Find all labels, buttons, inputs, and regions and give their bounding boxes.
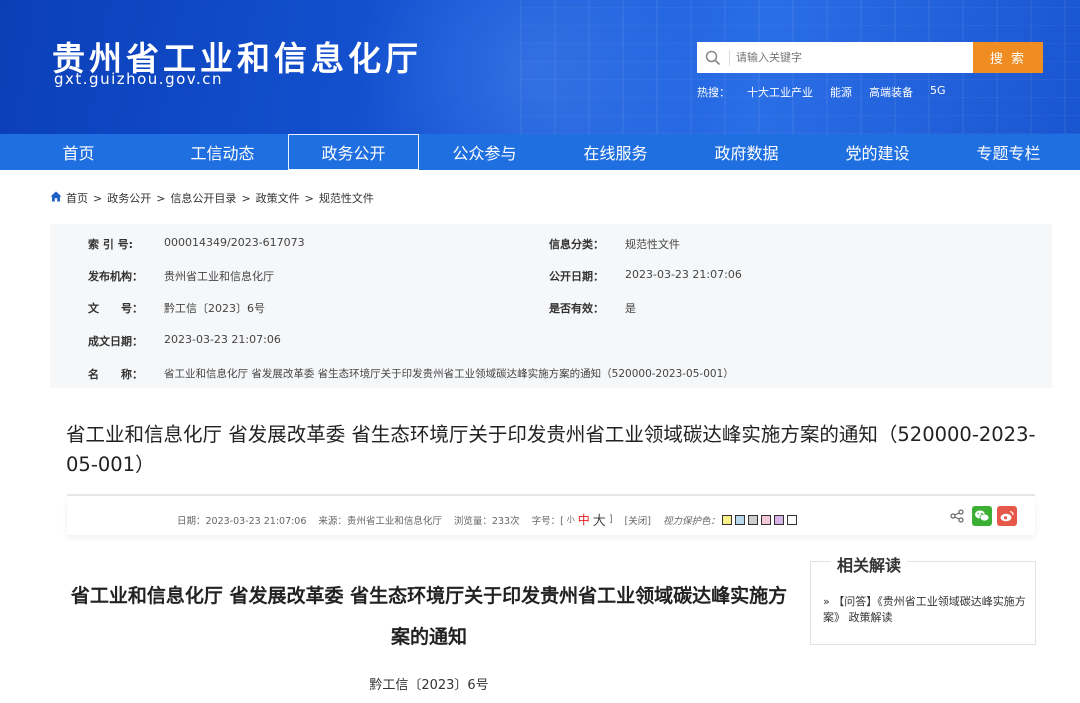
article-meta-bar: 日期：2023-03-23 21:07:06 来源：贵州省工业和信息化厅 浏览量… xyxy=(67,497,1035,535)
hotword-link[interactable]: 十大工业产业 xyxy=(747,84,813,100)
nav-item-party[interactable]: 党的建设 xyxy=(812,134,943,170)
search-icon xyxy=(697,42,729,73)
wechat-icon[interactable] xyxy=(972,506,992,526)
share-icons xyxy=(947,506,1017,526)
info-label: 公开日期： xyxy=(549,270,604,283)
nav-item-participation[interactable]: 公众参与 xyxy=(419,134,550,170)
font-size-small[interactable]: 小 xyxy=(567,514,575,525)
meta-text: 日期：2023-03-23 21:07:06 来源：贵州省工业和信息化厅 浏览量… xyxy=(177,510,797,529)
info-value: 2023-03-23 21:07:06 xyxy=(625,268,742,281)
info-label: 名 称： xyxy=(88,368,143,381)
breadcrumb-item[interactable]: 信息公开目录 xyxy=(170,190,236,206)
swatch-white[interactable] xyxy=(786,514,797,525)
swatch-yellow[interactable] xyxy=(721,514,732,525)
site-domain: gxt.guizhou.gov.cn xyxy=(54,70,224,88)
search-input[interactable] xyxy=(729,49,959,66)
breadcrumb-separator: > xyxy=(93,191,103,205)
close-link[interactable]: [关闭] xyxy=(625,513,651,527)
breadcrumb-separator: > xyxy=(241,191,251,205)
search-box xyxy=(697,42,973,73)
breadcrumb-separator: > xyxy=(304,191,314,205)
font-size-large[interactable]: 大 xyxy=(593,510,606,529)
breadcrumb: 首页 > 政务公开 > 信息公开目录 > 政策文件 > 规范性文件 xyxy=(50,190,374,206)
meta-views: 浏览量：233次 xyxy=(453,515,520,527)
hotword-link[interactable]: 能源 xyxy=(830,84,852,100)
info-value: 规范性文件 xyxy=(625,238,680,251)
weibo-icon[interactable] xyxy=(997,506,1017,526)
swatch-pink[interactable] xyxy=(760,514,771,525)
nav-item-topics[interactable]: 专题专栏 xyxy=(943,134,1074,170)
info-value: 贵州省工业和信息化厅 xyxy=(164,270,274,283)
nav-item-news[interactable]: 工信动态 xyxy=(157,134,288,170)
swatch-purple[interactable] xyxy=(773,514,784,525)
document-title: 省工业和信息化厅 省发展改革委 省生态环境厅关于印发贵州省工业领域碳达峰实施方案… xyxy=(70,585,788,648)
breadcrumb-separator: > xyxy=(156,191,166,205)
vision-protect: 视力保护色： xyxy=(663,513,797,527)
font-size-medium[interactable]: 中 xyxy=(578,511,590,528)
hotword-link[interactable]: 高端装备 xyxy=(869,84,913,100)
breadcrumb-item[interactable]: 政务公开 xyxy=(107,190,151,206)
font-size-label: 字号：[ xyxy=(531,515,564,527)
breadcrumb-item[interactable]: 政策文件 xyxy=(256,190,300,206)
info-label: 成文日期： xyxy=(88,335,143,348)
meta-source: 来源：贵州省工业和信息化厅 xyxy=(318,515,442,527)
color-swatches xyxy=(721,514,797,525)
nav-item-home[interactable]: 首页 xyxy=(0,134,157,170)
breadcrumb-item[interactable]: 规范性文件 xyxy=(319,190,374,206)
hotwords-label: 热搜： xyxy=(697,86,730,99)
info-label: 索 引 号: xyxy=(88,238,134,251)
swatch-gray[interactable] xyxy=(747,514,758,525)
font-size-control: 字号：[ 小 中 大 ] xyxy=(532,510,613,529)
site-header: 贵州省工业和信息化厅 gxt.guizhou.gov.cn 搜 索 热搜： 十大… xyxy=(0,0,1080,134)
search-button[interactable]: 搜 索 xyxy=(973,42,1043,73)
font-size-end: ] xyxy=(608,514,613,525)
related-link[interactable]: » 【问答】《贵州省工业领域碳达峰实施方案》 政策解读 xyxy=(823,594,1029,626)
meta-date: 日期：2023-03-23 21:07:06 xyxy=(177,515,307,527)
info-value: 黔工信〔2023〕6号 xyxy=(164,302,265,315)
swatch-blue[interactable] xyxy=(734,514,745,525)
nav-item-gov-affairs[interactable]: 政务公开 xyxy=(288,134,419,170)
info-label: 文 号： xyxy=(88,302,143,315)
info-value: 省工业和信息化厅 省发展改革委 省生态环境厅关于印发贵州省工业领域碳达峰实施方案… xyxy=(164,368,734,380)
article-title: 省工业和信息化厅 省发展改革委 省生态环境厅关于印发贵州省工业领域碳达峰实施方案… xyxy=(66,423,1036,476)
document-number: 黔工信〔2023〕6号 xyxy=(369,678,489,693)
vision-protect-label: 视力保护色： xyxy=(662,515,720,527)
nav-item-gov-data[interactable]: 政府数据 xyxy=(681,134,812,170)
document-info-table: 索 引 号: 000014349/2023-617073 信息分类： 规范性文件… xyxy=(50,224,1052,388)
related-interpretation-box: 相关解读 » 【问答】《贵州省工业领域碳达峰实施方案》 政策解读 xyxy=(810,552,1036,645)
info-value: 000014349/2023-617073 xyxy=(164,236,305,249)
home-icon[interactable] xyxy=(50,191,62,205)
main-nav: 首页 工信动态 政务公开 公众参与 在线服务 政府数据 党的建设 专题专栏 xyxy=(0,134,1080,170)
info-value: 是 xyxy=(625,302,636,315)
info-label: 发布机构： xyxy=(88,270,143,283)
info-value: 2023-03-23 21:07:06 xyxy=(164,333,281,346)
breadcrumb-home[interactable]: 首页 xyxy=(66,190,88,206)
share-icon[interactable] xyxy=(947,506,967,526)
info-label: 信息分类： xyxy=(549,238,604,251)
related-title: 相关解读 xyxy=(831,552,908,576)
info-label: 是否有效： xyxy=(549,302,604,315)
hotwords-bar: 热搜： 十大工业产业 能源 高端装备 5G xyxy=(697,84,946,100)
hotword-link[interactable]: 5G xyxy=(930,84,946,100)
title-divider xyxy=(67,494,1035,496)
nav-item-online-service[interactable]: 在线服务 xyxy=(550,134,681,170)
